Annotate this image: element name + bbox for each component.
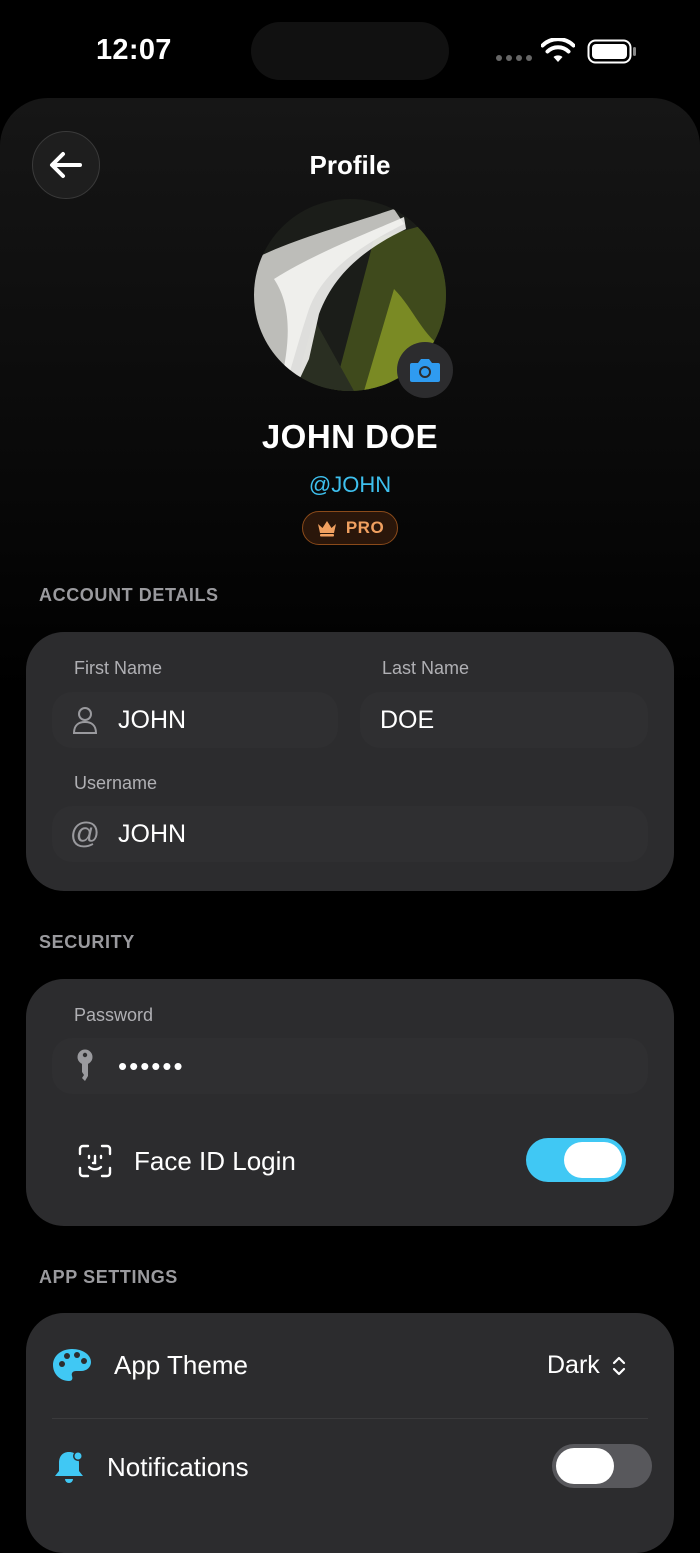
- crown-icon: [317, 521, 336, 537]
- person-icon: [52, 706, 118, 734]
- username-field[interactable]: @ JOHN: [52, 806, 648, 862]
- section-label-app-settings: APP SETTINGS: [39, 1267, 178, 1287]
- username-value: JOHN: [118, 819, 187, 848]
- toggle-knob: [556, 1448, 614, 1484]
- notifications-label: Notifications: [107, 1452, 249, 1482]
- divider: [52, 1418, 648, 1419]
- camera-icon: [410, 359, 440, 382]
- password-field[interactable]: ••••••: [52, 1038, 648, 1094]
- last-name-field[interactable]: DOE: [360, 692, 648, 748]
- first-name-value: JOHN: [118, 705, 187, 734]
- bell-icon: [53, 1449, 85, 1490]
- pro-badge-label: PRO: [345, 518, 385, 537]
- password-label: Password: [74, 1005, 154, 1025]
- profile-handle: @JOHN: [308, 472, 392, 497]
- password-value: ••••••: [118, 1050, 185, 1081]
- profile-name: JOHN DOE: [261, 418, 439, 455]
- app-theme-label: App Theme: [114, 1350, 248, 1380]
- section-label-account: ACCOUNT DETAILS: [39, 585, 219, 605]
- first-name-label: First Name: [74, 658, 163, 678]
- cellular-signal-icon: [496, 55, 532, 61]
- app-theme-value[interactable]: Dark: [547, 1351, 600, 1380]
- battery-icon: [587, 39, 636, 64]
- last-name-value: DOE: [380, 705, 435, 734]
- notifications-toggle[interactable]: [552, 1444, 652, 1488]
- change-photo-button[interactable]: [397, 342, 453, 398]
- page-title: Profile: [309, 150, 391, 180]
- chevron-up-down-icon: [611, 1354, 627, 1383]
- app-settings-card: [26, 1313, 674, 1553]
- face-id-icon: [78, 1144, 112, 1183]
- pro-badge: PRO: [302, 511, 398, 545]
- toggle-knob: [564, 1142, 622, 1178]
- face-id-label: Face ID Login: [134, 1146, 296, 1176]
- wifi-icon: [541, 38, 575, 62]
- dynamic-island: [251, 22, 449, 80]
- last-name-label: Last Name: [382, 658, 470, 678]
- at-sign-icon: @: [69, 817, 101, 850]
- face-id-toggle[interactable]: [526, 1138, 626, 1182]
- username-label: Username: [74, 773, 158, 793]
- key-icon: [52, 1049, 118, 1083]
- first-name-field[interactable]: JOHN: [52, 692, 338, 748]
- palette-icon: [52, 1347, 92, 1388]
- section-label-security: SECURITY: [39, 932, 135, 952]
- status-time: 12:07: [96, 34, 172, 66]
